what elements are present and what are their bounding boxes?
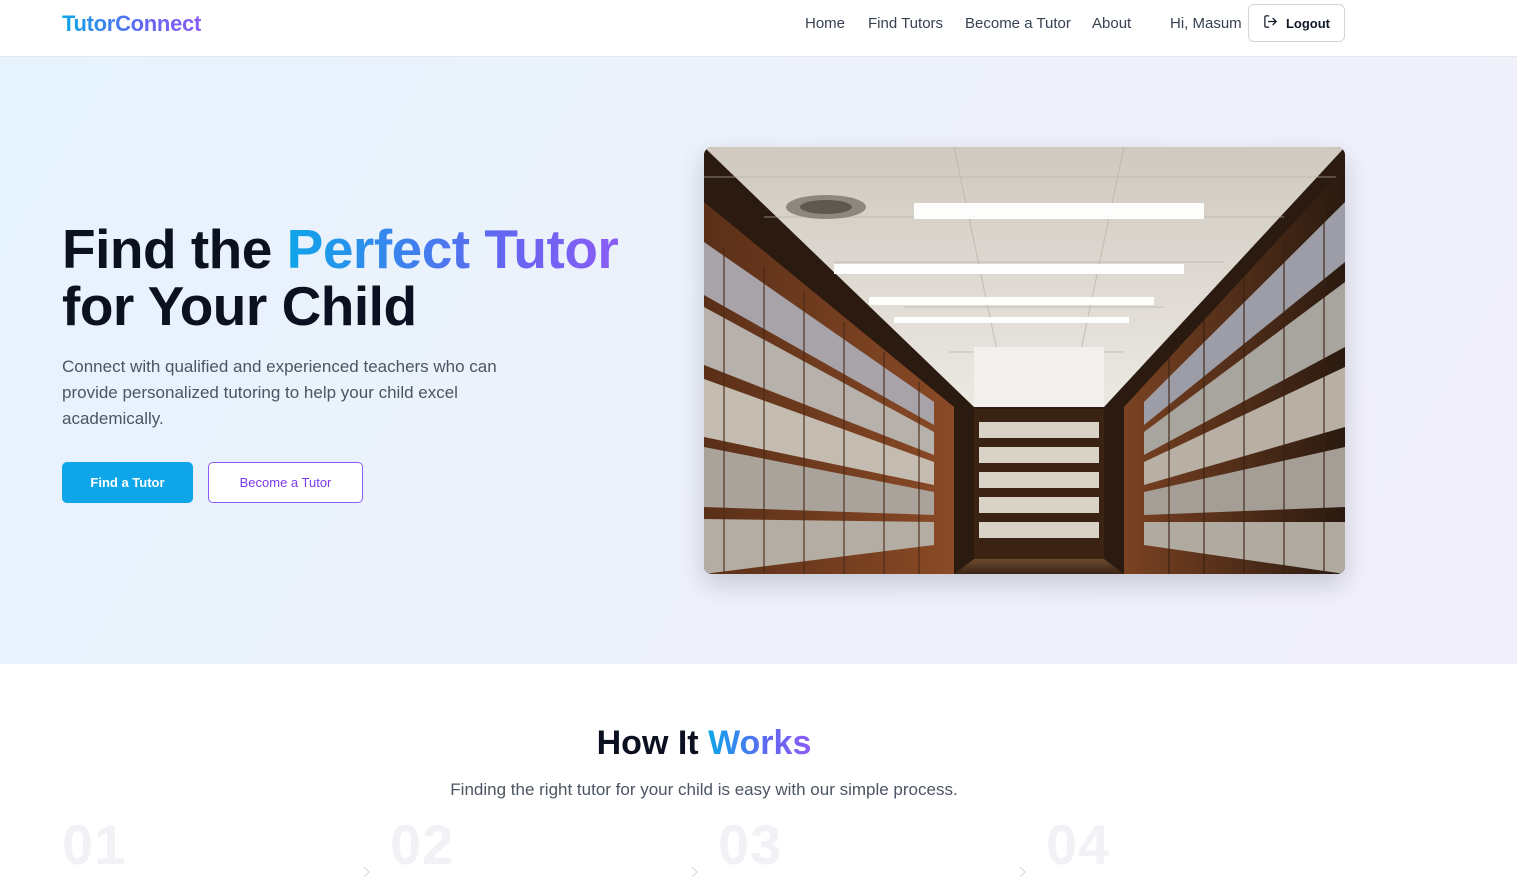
find-tutor-button[interactable]: Find a Tutor — [62, 462, 193, 503]
user-greeting: Hi, Masum — [1170, 15, 1242, 32]
how-it-works-subtitle: Finding the right tutor for your child i… — [450, 780, 958, 799]
how-title-part1: How It — [596, 724, 709, 762]
nav-find-tutors-link[interactable]: Find Tutors — [868, 15, 943, 35]
step-number-4: 04 — [1046, 813, 1111, 876]
become-tutor-button[interactable]: Become a Tutor — [208, 462, 363, 503]
hero-title-highlight: Perfect Tutor — [286, 218, 619, 280]
how-title-highlight: Works — [708, 724, 812, 762]
hero-library-image — [704, 147, 1345, 574]
hero-description: Connect with qualified and experienced t… — [62, 357, 497, 428]
nav-about-link[interactable]: About — [1092, 15, 1131, 35]
step-number-1: 01 — [62, 813, 127, 876]
nav-home-link[interactable]: Home — [805, 15, 845, 35]
logout-label: Logout — [1285, 15, 1331, 31]
nav-become-tutor-link[interactable]: Become a Tutor — [965, 15, 1071, 35]
hero-title: Find the Perfect Tutor for Your Child — [62, 221, 682, 335]
site-header: TutorConnect Home Find Tutors Become a T… — [0, 0, 1517, 57]
hero-title-part1: Find the — [62, 218, 287, 280]
logout-button[interactable]: Logout — [1248, 4, 1345, 42]
step-connector-icon — [358, 866, 370, 877]
hero-title-part2: for Your Child — [62, 275, 417, 337]
step-connector-icon — [1014, 866, 1026, 877]
logout-icon — [1263, 14, 1278, 32]
step-number-2: 02 — [390, 813, 455, 876]
step-connector-icon — [686, 866, 698, 877]
site-logo[interactable]: TutorConnect — [62, 11, 201, 37]
step-number-3: 03 — [718, 813, 783, 876]
how-it-works-title: How It Works — [0, 724, 1408, 763]
